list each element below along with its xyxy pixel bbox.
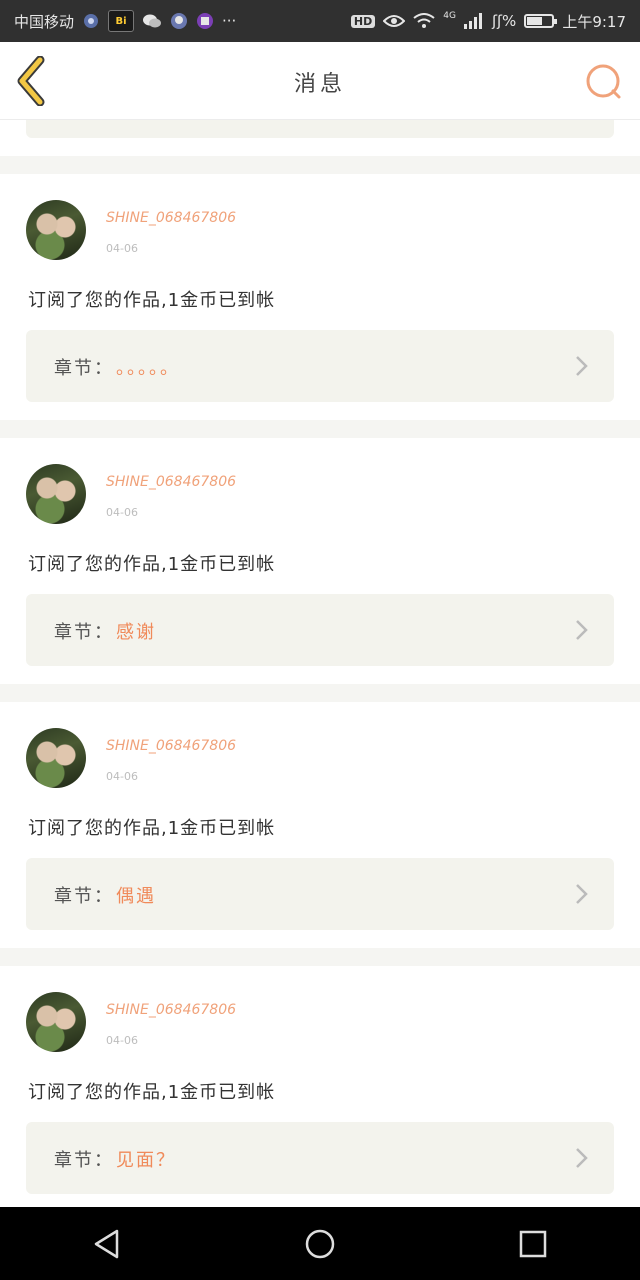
avatar[interactable] xyxy=(26,200,86,260)
avatar[interactable] xyxy=(26,992,86,1052)
nav-home-button[interactable] xyxy=(290,1214,350,1274)
nav-back-button[interactable] xyxy=(77,1214,137,1274)
chapter-title: 感谢 xyxy=(116,622,156,643)
message-card: SHINE_068467806 04-06 订阅了您的作品,1金币已到帐 章节：… xyxy=(0,966,640,1207)
status-bar-right: HD 4G ʃʃ% 上午9:17 xyxy=(350,10,626,32)
chapter-row[interactable]: 章节： 感谢 xyxy=(26,594,614,666)
username[interactable]: SHINE_068467806 xyxy=(106,1002,236,1018)
chapter-title: 偶遇 xyxy=(116,886,156,907)
message-card: SHINE_068467806 04-06 订阅了您的作品,1金币已到帐 章节：… xyxy=(0,702,640,948)
square-recents-icon xyxy=(520,1230,547,1257)
wechat-icon xyxy=(142,11,162,31)
message-text: 订阅了您的作品,1金币已到帐 xyxy=(28,554,276,575)
username[interactable]: SHINE_068467806 xyxy=(106,210,236,226)
chapter-label: 章节： xyxy=(54,886,114,907)
triangle-back-icon xyxy=(94,1229,118,1258)
battery-percent: ʃʃ% xyxy=(491,12,517,30)
chapter-label: 章节： xyxy=(54,1150,114,1171)
chat-button[interactable] xyxy=(584,62,624,102)
chapter-row[interactable]: 章节： 偶遇 xyxy=(26,858,614,930)
chevron-right-icon xyxy=(576,884,588,904)
carrier-name: 中国移动 xyxy=(14,12,75,31)
circle-home-icon xyxy=(305,1229,335,1258)
network-type: 4G xyxy=(443,10,456,21)
chapter-title: 见面？ xyxy=(116,1150,176,1171)
message-date: 04-06 xyxy=(106,242,138,255)
chapter-row[interactable]: 章节： 见面？ xyxy=(26,1122,614,1194)
more-notifications-icon: ··· xyxy=(222,12,237,30)
message-list[interactable]: SHINE_068467806 04-06 订阅了您的作品,1金币已到帐 章节：… xyxy=(0,120,640,1207)
app-header: 消息 xyxy=(0,42,640,120)
avatar[interactable] xyxy=(26,464,86,524)
qq-purple-icon xyxy=(196,11,214,31)
message-card: SHINE_068467806 04-06 订阅了您的作品,1金币已到帐 章节：… xyxy=(0,438,640,684)
chapter-title: 。。。。。 xyxy=(116,358,180,379)
chevron-right-icon xyxy=(576,1148,588,1168)
chevron-right-icon xyxy=(576,620,588,640)
message-text: 订阅了您的作品,1金币已到帐 xyxy=(28,290,276,311)
partial-message-card xyxy=(0,120,640,156)
chapter-label: 章节： xyxy=(54,358,114,379)
clock: 上午9:17 xyxy=(562,12,626,31)
partial-chapter-row[interactable] xyxy=(26,120,614,138)
shield-app-icon xyxy=(82,11,100,31)
qq-icon xyxy=(170,11,188,31)
status-bar-left: 中国移动 Bi ··· xyxy=(14,10,236,32)
message-text: 订阅了您的作品,1金币已到帐 xyxy=(28,1082,276,1103)
message-card: SHINE_068467806 04-06 订阅了您的作品,1金币已到帐 章节：… xyxy=(0,174,640,420)
system-nav-bar xyxy=(0,1207,640,1280)
message-date: 04-06 xyxy=(106,1034,138,1047)
signal-icon xyxy=(463,11,484,31)
avatar[interactable] xyxy=(26,728,86,788)
status-bar: 中国移动 Bi ··· HD 4G ʃʃ% 上午9:17 xyxy=(0,0,640,42)
username[interactable]: SHINE_068467806 xyxy=(106,474,236,490)
chevron-right-icon xyxy=(576,356,588,376)
bilibili-icon: Bi xyxy=(108,10,135,32)
wifi-icon xyxy=(413,11,435,31)
chapter-label: 章节： xyxy=(54,622,114,643)
username[interactable]: SHINE_068467806 xyxy=(106,738,236,754)
hd-badge: HD xyxy=(350,14,376,28)
chat-bubble-icon xyxy=(586,64,621,99)
chapter-row[interactable]: 章节： 。。。。。 xyxy=(26,330,614,402)
page-title: 消息 xyxy=(293,72,346,97)
message-date: 04-06 xyxy=(106,506,138,519)
message-text: 订阅了您的作品,1金币已到帐 xyxy=(28,818,276,839)
message-date: 04-06 xyxy=(106,770,138,783)
nav-recents-button[interactable] xyxy=(503,1214,563,1274)
eye-icon xyxy=(383,11,406,31)
battery-icon xyxy=(524,14,558,28)
